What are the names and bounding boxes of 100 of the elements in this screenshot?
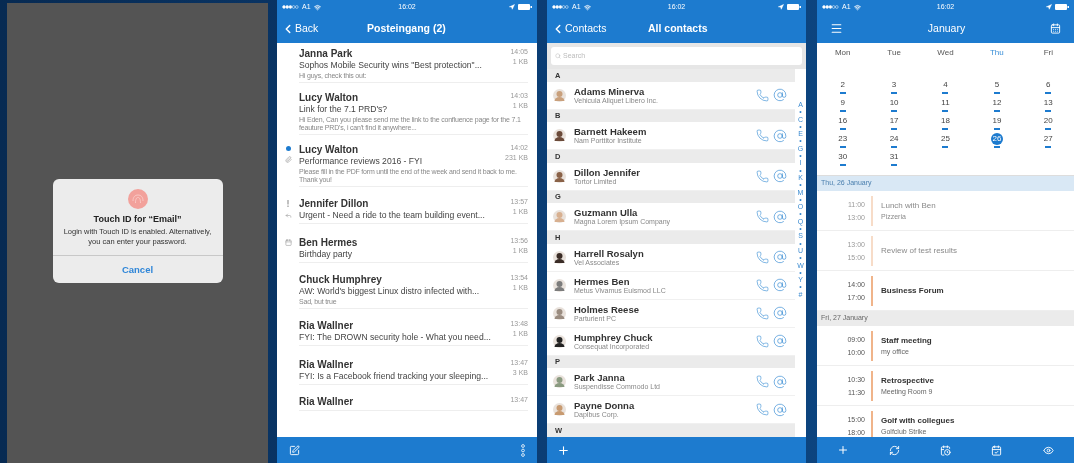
phone-icon[interactable] bbox=[756, 306, 769, 320]
sender-name: Lucy Walton bbox=[299, 91, 359, 104]
message-subject: FYI: The DROWN security hole - What you need... bbox=[299, 332, 491, 343]
calendar-icon[interactable] bbox=[991, 444, 1003, 456]
location-icon bbox=[778, 4, 784, 10]
calendar-icon[interactable] bbox=[940, 444, 951, 456]
calendar-day[interactable]: 18 bbox=[919, 115, 972, 133]
contact-name: Humphrey Chuck bbox=[574, 331, 654, 343]
phone-icon[interactable] bbox=[756, 169, 769, 183]
calendar-day[interactable]: 20 bbox=[1022, 115, 1074, 133]
phone-icon[interactable] bbox=[756, 334, 769, 348]
email-icon[interactable] bbox=[773, 306, 787, 320]
compose-icon[interactable] bbox=[289, 444, 300, 456]
email-icon[interactable] bbox=[773, 209, 787, 224]
back-button[interactable]: Back bbox=[277, 20, 319, 37]
message-subject: Birthday party bbox=[299, 249, 353, 260]
email-icon[interactable] bbox=[773, 88, 787, 102]
wifi-icon bbox=[853, 3, 861, 11]
back-button[interactable]: Contacts bbox=[547, 20, 607, 37]
avatar bbox=[553, 334, 566, 348]
calendar-day[interactable]: 17 bbox=[868, 115, 920, 133]
sender-name: Lucy Walton bbox=[299, 143, 359, 156]
phone-icon[interactable] bbox=[756, 88, 769, 102]
battery-icon bbox=[787, 4, 801, 10]
phone-icon[interactable] bbox=[756, 403, 769, 416]
message-subject: Performance reviews 2016 - FYI bbox=[299, 156, 423, 167]
message-subject: AW: World's biggest Linux distro infected with... bbox=[299, 286, 480, 297]
email-icon[interactable] bbox=[773, 169, 787, 183]
calendar-day[interactable]: 4 bbox=[919, 79, 972, 97]
phone-icon[interactable] bbox=[756, 210, 769, 223]
email-icon[interactable] bbox=[773, 334, 787, 348]
avatar bbox=[553, 129, 566, 142]
contact-name: Park Janna bbox=[574, 372, 626, 383]
contacts-title: All contacts bbox=[648, 20, 708, 36]
contact-name: Harrell Rosalyn bbox=[574, 247, 645, 259]
sender-name: Ria Wallner bbox=[299, 395, 354, 408]
calendar-icon[interactable] bbox=[1050, 23, 1061, 34]
contact-name: Adams Minerva bbox=[574, 85, 646, 97]
sender-name: Ben Hermes bbox=[299, 236, 358, 249]
avatar bbox=[553, 278, 566, 292]
add-icon[interactable] bbox=[836, 444, 849, 456]
calendar-day[interactable]: 9 bbox=[817, 97, 869, 115]
eye-icon[interactable] bbox=[1042, 444, 1054, 456]
avatar bbox=[553, 88, 566, 102]
calendar-day[interactable]: 25 bbox=[919, 133, 972, 151]
sender-name: Chuck Humphrey bbox=[299, 273, 382, 286]
battery-icon bbox=[1055, 4, 1069, 10]
calendar-day[interactable]: 5 bbox=[971, 79, 1023, 97]
avatar bbox=[553, 306, 566, 320]
location-icon bbox=[509, 4, 515, 10]
calendar-day[interactable]: 19 bbox=[971, 115, 1023, 133]
calendar-day[interactable]: 16 bbox=[817, 115, 869, 133]
calendar-day[interactable]: 24 bbox=[868, 133, 920, 151]
calendar-day[interactable]: 23 bbox=[817, 133, 869, 151]
email-icon[interactable] bbox=[773, 402, 787, 417]
battery-icon bbox=[518, 4, 532, 10]
calendar-day[interactable]: 6 bbox=[1022, 79, 1074, 97]
avatar bbox=[553, 375, 566, 388]
email-icon[interactable] bbox=[773, 250, 787, 264]
sender-name: Jennifer Dillon bbox=[299, 197, 369, 210]
calendar-day[interactable]: 11 bbox=[919, 97, 972, 115]
sender-name: Janna Park bbox=[299, 47, 353, 60]
email-icon[interactable] bbox=[773, 374, 787, 389]
fingerprint-icon bbox=[127, 188, 148, 209]
calendar-day[interactable]: 10 bbox=[868, 97, 920, 115]
location-icon bbox=[1046, 4, 1052, 10]
calendar-day[interactable]: 3 bbox=[868, 79, 920, 97]
weekday-label: Tue bbox=[886, 46, 902, 59]
event-title: Staff meeting bbox=[881, 335, 932, 347]
phone-icon[interactable] bbox=[756, 250, 769, 264]
more-icon[interactable] bbox=[521, 443, 525, 457]
calendar-day[interactable]: 26 bbox=[971, 133, 1023, 151]
message-subject: FYI: Is a Facebook friend tracking your sleeping... bbox=[299, 371, 489, 382]
email-icon[interactable] bbox=[773, 278, 787, 292]
dialog-title: Touch ID for “Email” bbox=[93, 212, 182, 226]
event-title: Golf with collegues bbox=[881, 415, 955, 427]
email-icon[interactable] bbox=[773, 128, 787, 143]
avatar bbox=[553, 250, 566, 264]
phone-icon[interactable] bbox=[756, 129, 769, 142]
calendar-day[interactable]: 27 bbox=[1022, 133, 1074, 151]
contact-name: Payne Donna bbox=[574, 400, 636, 411]
calendar-day[interactable]: 2 bbox=[817, 79, 869, 97]
message-subject: Sophos Mobile Security wins "Best protection"... bbox=[299, 60, 482, 71]
refresh-icon[interactable] bbox=[888, 444, 900, 456]
message-subject: Urgent - Need a ride to the team building event... bbox=[299, 210, 485, 221]
sender-name: Ria Wallner bbox=[299, 358, 354, 371]
weekday-label: Wed bbox=[936, 46, 955, 59]
phone-icon[interactable] bbox=[756, 278, 769, 292]
add-icon[interactable] bbox=[557, 443, 570, 457]
calendar-day[interactable]: 30 bbox=[817, 151, 869, 169]
month-title: January bbox=[927, 20, 966, 36]
calendar-day[interactable]: 13 bbox=[1022, 97, 1074, 115]
contact-name: Holmes Reese bbox=[574, 303, 640, 315]
contact-name: Barnett Hakeem bbox=[574, 126, 648, 137]
calendar-day[interactable]: 12 bbox=[971, 97, 1023, 115]
menu-icon[interactable] bbox=[830, 22, 843, 35]
calendar-day[interactable]: 31 bbox=[868, 151, 920, 169]
contact-name: Dillon Jennifer bbox=[574, 166, 641, 178]
phone-icon[interactable] bbox=[756, 375, 769, 388]
message-subject: Link for the 7.1 PRD's? bbox=[299, 104, 388, 115]
